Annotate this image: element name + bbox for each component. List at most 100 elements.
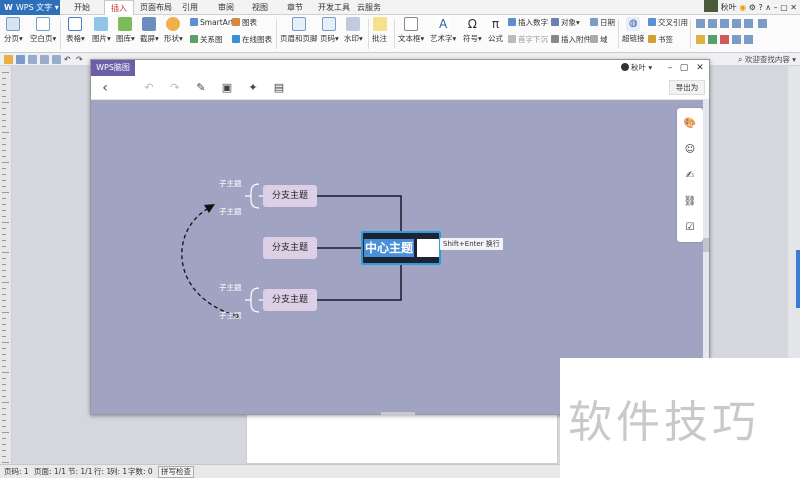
table-button[interactable]: 表格▾ bbox=[66, 17, 85, 44]
task-icon[interactable]: ☑ bbox=[682, 220, 698, 236]
field-button[interactable]: 域 bbox=[590, 35, 608, 45]
spell-check-button[interactable]: 拼写检查 bbox=[158, 466, 194, 478]
smartart-button[interactable]: SmartArt bbox=[190, 18, 234, 28]
tool-icon[interactable] bbox=[732, 19, 741, 28]
insert-number-button[interactable]: 插入数字 bbox=[508, 18, 548, 28]
library-icon bbox=[118, 17, 133, 31]
settings-icon[interactable]: ⚙ bbox=[749, 3, 756, 12]
crossref-button[interactable]: 交叉引用 bbox=[648, 18, 688, 28]
tab-page-layout[interactable]: 页面布局 bbox=[138, 0, 174, 15]
tool-icon[interactable] bbox=[744, 35, 753, 44]
subtopic-3[interactable]: 子主题 bbox=[219, 282, 242, 293]
picture-button[interactable]: 图片▾ bbox=[92, 17, 111, 44]
tool-icon[interactable] bbox=[732, 35, 741, 44]
ribbon-collapse-icon[interactable]: ∧ bbox=[765, 3, 771, 12]
redo-icon[interactable]: ↷ bbox=[167, 80, 183, 96]
window-minimize-icon[interactable]: – bbox=[774, 3, 778, 12]
window-restore-icon[interactable]: ▢ bbox=[780, 3, 788, 12]
central-topic-edit-area[interactable] bbox=[417, 239, 439, 257]
undo-icon[interactable]: ↶ bbox=[64, 55, 73, 64]
app-menu-button[interactable]: W WPS 文字 ▾ bbox=[0, 0, 60, 15]
mindmap-user[interactable]: 秋叶 ▾ bbox=[621, 62, 652, 74]
screenshot-button[interactable]: 截屏▾ bbox=[140, 17, 159, 44]
symbol-button[interactable]: Ω 符号▾ bbox=[463, 17, 482, 44]
tool-icon[interactable] bbox=[708, 19, 717, 28]
online-chart-button[interactable]: 在线图表 bbox=[232, 35, 272, 45]
help-icon[interactable]: ? bbox=[758, 3, 762, 12]
subtopic-2[interactable]: 子主题 bbox=[219, 206, 242, 217]
header-footer-button[interactable]: 页眉和页脚 bbox=[280, 17, 318, 44]
relation-button[interactable]: 关系图 bbox=[190, 35, 223, 45]
tool-icon[interactable] bbox=[696, 19, 705, 28]
redo-icon[interactable]: ↷ bbox=[76, 55, 85, 64]
date-button[interactable]: 日期 bbox=[590, 18, 615, 28]
tool-icon[interactable] bbox=[744, 19, 753, 28]
object-button[interactable]: 对象▾ bbox=[551, 18, 580, 28]
first-char-button[interactable]: 首字下沉 bbox=[508, 35, 548, 45]
tool-icon[interactable] bbox=[696, 35, 705, 44]
tab-developer[interactable]: 开发工具 bbox=[316, 0, 352, 15]
open-folder-icon[interactable] bbox=[4, 55, 13, 64]
formula-button[interactable]: π 公式 bbox=[488, 17, 503, 44]
tool-icon[interactable] bbox=[758, 19, 767, 28]
user-area[interactable]: 秋叶 ◉ ⚙ ? ∧ – ▢ ✕ bbox=[704, 0, 800, 15]
mindmap-horizontal-scroll-thumb[interactable] bbox=[381, 412, 415, 415]
undo-icon[interactable]: ↶ bbox=[141, 80, 157, 96]
branch-topic-3[interactable]: 分支主题 bbox=[263, 289, 317, 311]
window-maximize-icon[interactable]: ▢ bbox=[677, 61, 691, 75]
back-icon[interactable]: ‹ bbox=[97, 80, 113, 96]
page-number-button[interactable]: 页码▾ bbox=[320, 17, 339, 44]
window-close-icon[interactable]: ✕ bbox=[693, 61, 707, 75]
relation-line[interactable] bbox=[181, 207, 238, 317]
blank-page-button[interactable]: 空白页▾ bbox=[30, 17, 56, 44]
window-minimize-icon[interactable]: – bbox=[663, 61, 677, 75]
format-painter-icon[interactable]: ▤ bbox=[271, 80, 287, 96]
mindmap-vertical-scroll-thumb[interactable] bbox=[703, 238, 709, 252]
comment-button[interactable]: 批注 bbox=[372, 17, 387, 44]
export-pdf-icon[interactable] bbox=[52, 55, 61, 64]
chart-button[interactable]: 图表 bbox=[232, 18, 257, 28]
tab-home[interactable]: 开始 bbox=[66, 0, 98, 15]
tool-icon[interactable] bbox=[720, 35, 729, 44]
preview-icon[interactable] bbox=[40, 55, 49, 64]
search-hint[interactable]: ⌕ 欢迎查找内容 ▾ bbox=[738, 53, 800, 66]
print-icon[interactable] bbox=[28, 55, 37, 64]
bookmark-button[interactable]: 书签 bbox=[648, 35, 673, 45]
branch-topic-1[interactable]: 分支主题 bbox=[263, 185, 317, 207]
tab-view[interactable]: 视图 bbox=[248, 0, 272, 15]
watermark-button[interactable]: 水印▾ bbox=[344, 17, 363, 44]
note-icon[interactable]: ✍ bbox=[682, 168, 698, 184]
page-break-button[interactable]: 分页▾ bbox=[4, 17, 23, 44]
tab-reference[interactable]: 引用 bbox=[178, 0, 202, 15]
link-icon[interactable]: ⛓ bbox=[682, 194, 698, 210]
pen-icon[interactable]: ✎ bbox=[193, 80, 209, 96]
tab-cloud[interactable]: 云服务 bbox=[354, 0, 384, 15]
window-close-icon[interactable]: ✕ bbox=[790, 3, 800, 12]
emoji-icon[interactable]: ☺ bbox=[682, 142, 698, 158]
central-topic-text[interactable]: 中心主题 bbox=[364, 239, 415, 257]
save-icon[interactable] bbox=[16, 55, 25, 64]
export-button[interactable]: 导出为 bbox=[669, 80, 705, 95]
library-button[interactable]: 图库▾ bbox=[116, 17, 135, 44]
shape-button[interactable]: 形状▾ bbox=[164, 17, 183, 44]
hyperlink-button[interactable]: ◍ 超链接 bbox=[622, 17, 645, 44]
subtopic-4[interactable]: 子主题 bbox=[219, 310, 242, 321]
tab-insert[interactable]: 插入 bbox=[104, 0, 134, 15]
wordart-button[interactable]: A 艺术字▾ bbox=[430, 17, 456, 44]
central-topic[interactable]: 中心主题 bbox=[361, 231, 441, 265]
textbox-button[interactable]: 文本框▾ bbox=[398, 17, 424, 44]
tool-icon[interactable] bbox=[720, 19, 729, 28]
side-panel-handle[interactable] bbox=[796, 250, 800, 308]
tool-icon[interactable] bbox=[708, 35, 717, 44]
palette-icon[interactable]: 🎨 bbox=[682, 116, 698, 132]
subtopic-1[interactable]: 子主题 bbox=[219, 178, 242, 189]
mindmap-app-tab[interactable]: WPS脑图 bbox=[91, 60, 135, 76]
branch-topic-2[interactable]: 分支主题 bbox=[263, 237, 317, 259]
magic-wand-icon[interactable]: ✦ bbox=[245, 80, 261, 96]
ruler-mark bbox=[2, 378, 6, 379]
document-page[interactable] bbox=[246, 412, 558, 464]
image-icon[interactable]: ▣ bbox=[219, 80, 235, 96]
tab-section[interactable]: 章节 bbox=[283, 0, 307, 15]
attachment-button[interactable]: 插入附件 bbox=[551, 35, 591, 45]
tab-review[interactable]: 审阅 bbox=[214, 0, 238, 15]
